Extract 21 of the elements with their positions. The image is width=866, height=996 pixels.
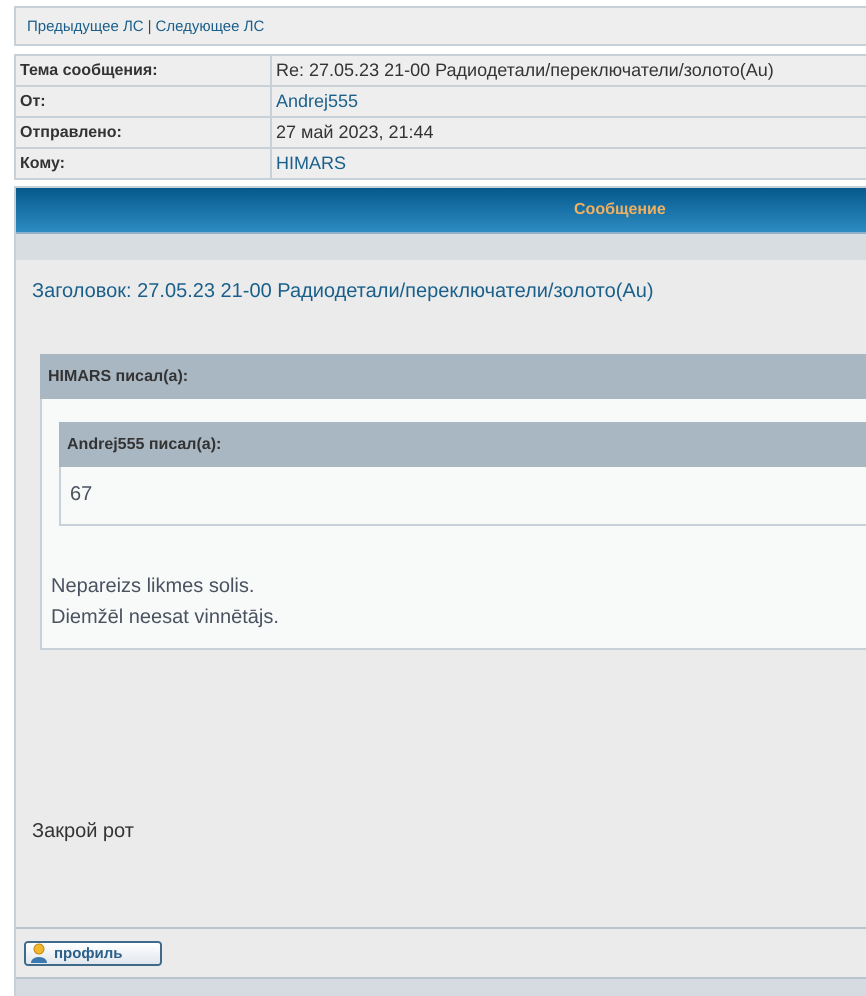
nav-link[interactable]: Предыдущее ЛС (27, 18, 144, 34)
message-text: Закрой рот (32, 820, 135, 843)
field-label: Кому: (16, 149, 272, 178)
quote-header: Andrej555 писал(а): (59, 422, 866, 467)
user-link[interactable]: Andrej555 (276, 91, 358, 112)
field-label: Отправлено: (16, 118, 272, 149)
quote-text: 67 (70, 482, 94, 507)
field-label: От: (16, 87, 272, 118)
profile-button[interactable]: профиль (24, 940, 162, 966)
quote-text: Diemžēl neesat vinnētājs. (51, 605, 280, 630)
field-label: Тема сообщения: (16, 56, 272, 87)
message-title: Заголовок: 27.05.23 21-00 Радиодетали/переключатели/золото(Au) (32, 280, 655, 303)
separator: | (148, 18, 152, 34)
nav-link[interactable]: Следующее ЛС (156, 18, 264, 34)
user-icon (30, 943, 48, 963)
user-link[interactable]: HIMARS (276, 153, 346, 174)
message-heading: Сообщение (16, 188, 866, 234)
quote-text: Nepareizs likmes solis. (51, 574, 256, 599)
field-value: 27 май 2023, 21:44 (272, 118, 866, 149)
quote-header: HIMARS писал(а): (40, 354, 866, 399)
field-value: Re: 27.05.23 21-00 Радиодетали/переключатели/золото(Au) (272, 56, 866, 87)
